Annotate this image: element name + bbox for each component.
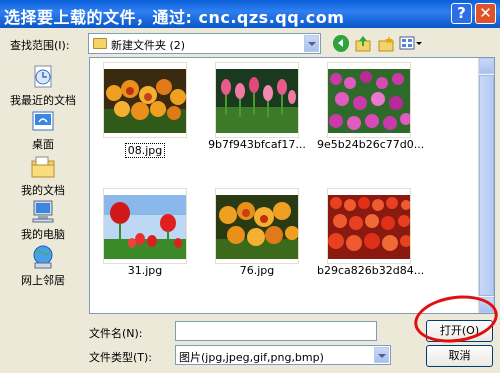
desktop-icon	[30, 108, 56, 134]
file-name-input[interactable]	[175, 321, 377, 341]
file-name: 08.jpg	[124, 143, 166, 158]
up-folder-icon[interactable]	[355, 35, 371, 52]
file-item[interactable]: 9e5b24b26c77d0...	[317, 62, 425, 151]
file-name: 9b7f943bfcaf17...	[208, 138, 306, 151]
views-menu-icon[interactable]	[399, 35, 423, 52]
file-item[interactable]: 31.jpg	[93, 188, 197, 277]
file-thumbnail	[215, 62, 299, 138]
new-folder-icon[interactable]	[378, 35, 394, 52]
file-name: 31.jpg	[127, 264, 163, 277]
place-label: 我的文档	[21, 184, 65, 197]
scroll-thumb[interactable]	[479, 75, 494, 296]
vertical-scrollbar[interactable]	[478, 58, 494, 313]
file-name: 76.jpg	[239, 264, 275, 277]
place-label: 我最近的文档	[10, 94, 76, 107]
place-my-computer[interactable]: 我的电脑	[4, 198, 82, 242]
file-type-label: 文件类型(T):	[89, 351, 153, 364]
file-thumbnail	[327, 188, 411, 264]
recent-documents-icon	[30, 64, 56, 90]
place-recent-documents[interactable]: 我最近的文档	[4, 64, 82, 108]
look-in-label: 查找范围(I):	[10, 39, 70, 52]
place-label: 我的电脑	[21, 228, 65, 241]
place-network[interactable]: 网上邻居	[4, 244, 82, 288]
file-name-label: 文件名(N):	[89, 327, 143, 340]
file-name: b29ca826b32d84...	[317, 264, 425, 277]
place-label: 网上邻居	[21, 274, 65, 287]
file-item[interactable]: 08.jpg	[93, 62, 197, 158]
title-bar: 选择要上载的文件，通过: cnc.qzs.qq.com ? ✕	[0, 0, 500, 28]
place-my-documents[interactable]: 我的文档	[4, 154, 82, 198]
file-thumbnail	[103, 188, 187, 264]
scroll-up-icon[interactable]	[479, 58, 494, 74]
file-type-value: 图片(jpg,jpeg,gif,png,bmp)	[179, 351, 324, 364]
file-item[interactable]: 76.jpg	[205, 188, 309, 277]
file-thumbnail	[215, 188, 299, 264]
file-name: 9e5b24b26c77d0...	[317, 138, 425, 151]
close-button[interactable]: ✕	[475, 3, 496, 24]
file-list[interactable]: 08.jpg 9b7f943bfcaf17... 9e5b24b26c77d0.…	[89, 57, 495, 314]
folder-icon	[93, 38, 107, 49]
cancel-button[interactable]: 取消	[426, 345, 493, 367]
look-in-dropdown[interactable]: 新建文件夹 (2)	[88, 33, 321, 54]
file-type-dropdown[interactable]: 图片(jpg,jpeg,gif,png,bmp)	[175, 345, 391, 365]
place-desktop[interactable]: 桌面	[4, 108, 82, 152]
chevron-down-icon[interactable]	[304, 35, 319, 52]
help-button[interactable]: ?	[451, 3, 472, 24]
chevron-down-icon[interactable]	[374, 347, 389, 363]
my-computer-icon	[30, 198, 56, 224]
file-item[interactable]: 9b7f943bfcaf17...	[205, 62, 309, 151]
network-places-icon	[30, 244, 56, 270]
window-title: 选择要上载的文件，通过: cnc.qzs.qq.com	[4, 8, 345, 27]
file-thumbnail	[327, 62, 411, 138]
place-label: 桌面	[32, 138, 54, 151]
back-icon[interactable]	[333, 35, 349, 52]
file-item[interactable]: b29ca826b32d84...	[317, 188, 425, 277]
my-documents-icon	[30, 154, 56, 180]
file-thumbnail	[103, 62, 187, 138]
look-in-value: 新建文件夹 (2)	[111, 39, 186, 52]
